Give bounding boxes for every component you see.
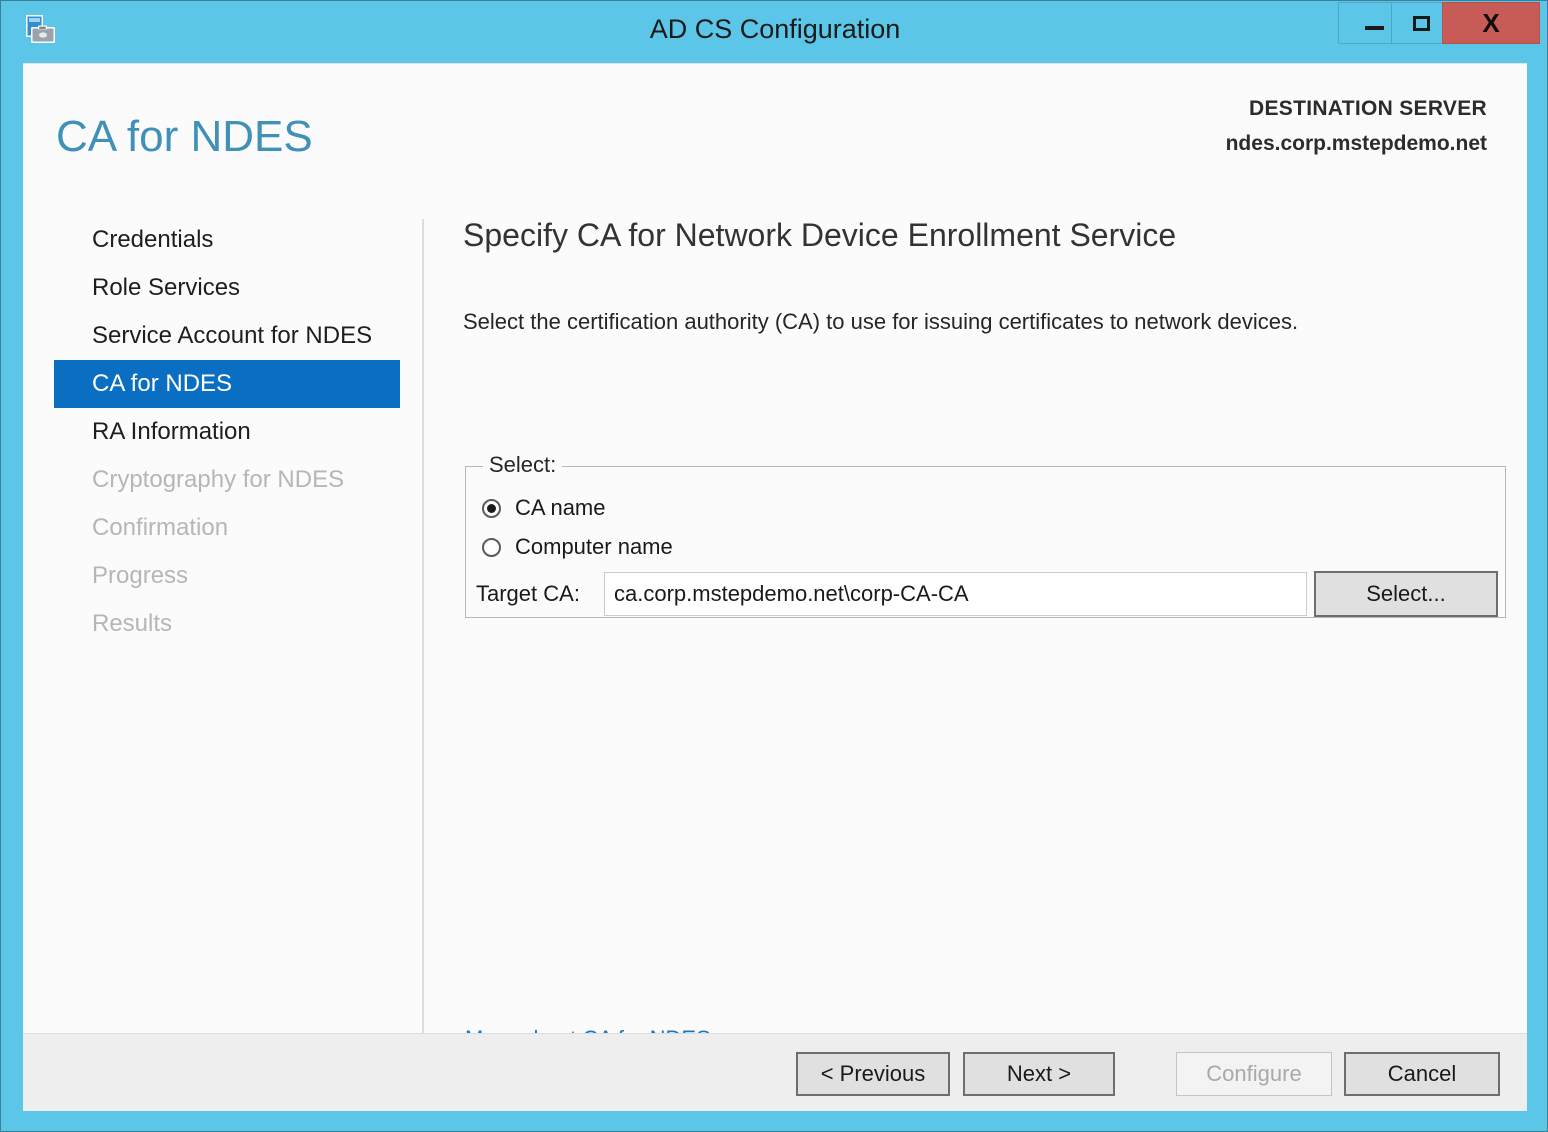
- sidebar-divider: [422, 219, 424, 1054]
- groupbox-legend: Select:: [483, 452, 563, 478]
- ad-cs-configuration-window: AD CS Configuration X CA for NDES DESTIN…: [0, 0, 1548, 1132]
- sidebar-item-confirmation: Confirmation: [92, 514, 229, 541]
- configure-button: Configure: [1176, 1052, 1332, 1096]
- radio-computer-name-label: Computer name: [515, 534, 673, 559]
- section-title: Specify CA for Network Device Enrollment…: [463, 217, 1177, 253]
- select-groupbox: Select: CA name Computer name Target CA:…: [465, 452, 1506, 618]
- radio-selected-icon: [482, 498, 501, 518]
- section-description: Select the certification authority (CA) …: [463, 309, 1299, 335]
- dialog-footer: < Previous Next > Configure Cancel: [23, 1033, 1527, 1111]
- destination-server-block: DESTINATION SERVER ndes.corp.mstepdemo.n…: [1226, 97, 1487, 156]
- sidebar-item-credentials[interactable]: Credentials: [54, 216, 400, 264]
- close-icon: X: [1482, 8, 1500, 38]
- sidebar-item-ra-information[interactable]: RA Information: [54, 408, 400, 456]
- sidebar-item-cryptography-for-ndes: Cryptography for NDES: [92, 466, 345, 493]
- target-ca-row: Target CA: Select...: [476, 571, 1498, 617]
- next-button[interactable]: Next >: [963, 1052, 1115, 1096]
- radio-unselected-icon: [482, 537, 501, 557]
- maximize-icon: [1412, 15, 1430, 31]
- target-ca-input[interactable]: [604, 572, 1307, 616]
- window-title: AD CS Configuration: [649, 14, 901, 44]
- sidebar-item-role-services[interactable]: Role Services: [54, 264, 400, 312]
- destination-server-name: ndes.corp.mstepdemo.net: [1225, 132, 1487, 155]
- wizard-steps-sidebar: Credentials Role Services Service Accoun…: [54, 216, 400, 648]
- title-bar: AD CS Configuration X: [1, 1, 1547, 63]
- page-title: CA for NDES: [56, 112, 313, 161]
- close-button[interactable]: X: [1442, 2, 1540, 44]
- minimize-icon: [1364, 26, 1384, 30]
- previous-button[interactable]: < Previous: [796, 1052, 950, 1096]
- sidebar-item-service-account-for-ndes[interactable]: Service Account for NDES: [54, 312, 400, 360]
- dialog-body: CA for NDES DESTINATION SERVER ndes.corp…: [23, 63, 1527, 1111]
- radio-ca-name-label: CA name: [515, 495, 606, 520]
- sidebar-item-results: Results: [92, 610, 173, 637]
- sidebar-item-ca-for-ndes[interactable]: CA for NDES: [54, 360, 400, 408]
- target-ca-label: Target CA:: [476, 581, 580, 606]
- radio-ca-name[interactable]: CA name: [482, 495, 606, 521]
- select-ca-button[interactable]: Select...: [1314, 571, 1498, 617]
- main-content: Specify CA for Network Device Enrollment…: [443, 216, 1507, 618]
- cancel-button[interactable]: Cancel: [1344, 1052, 1500, 1096]
- destination-server-label: DESTINATION SERVER: [1249, 97, 1487, 120]
- radio-computer-name[interactable]: Computer name: [482, 534, 673, 560]
- sidebar-item-progress: Progress: [92, 562, 189, 589]
